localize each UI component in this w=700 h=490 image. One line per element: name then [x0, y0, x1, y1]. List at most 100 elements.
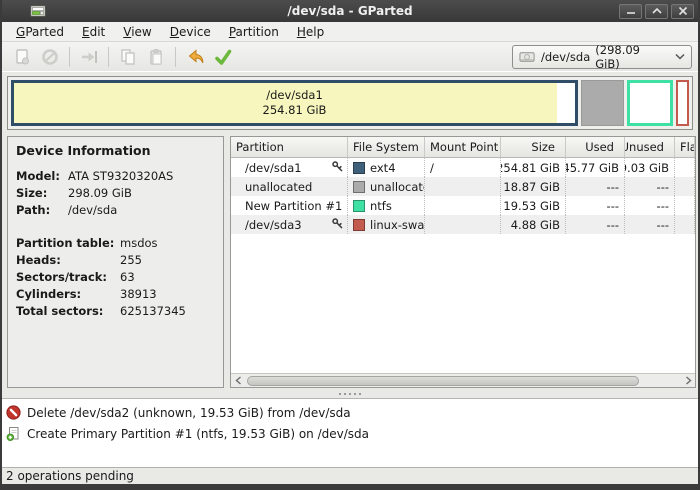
- device-info-row: Cylinders:38913: [16, 286, 219, 303]
- toolbar-separator: [175, 47, 176, 67]
- delete-partition-button[interactable]: [36, 44, 64, 70]
- create-operation-icon: [6, 426, 21, 441]
- delete-operation-icon: [6, 405, 21, 420]
- cell-size: 254.81 GiB: [501, 158, 566, 177]
- scrollbar-track[interactable]: [245, 374, 681, 387]
- partition-row--dev-sda3[interactable]: /dev/sda3linux-swap4.88 GiB------: [231, 215, 695, 234]
- menu-item-help[interactable]: Help: [289, 23, 332, 41]
- cell-partition: unallocated: [231, 177, 348, 196]
- partition-list-panel: PartitionFile SystemMount PointSizeUsedU…: [230, 136, 696, 388]
- device-info-row: Total sectors:625137345: [16, 303, 219, 320]
- cell-unused: ---: [625, 196, 675, 215]
- cell-mount-point: [425, 177, 501, 196]
- operations-list: Delete /dev/sda2 (unknown, 19.53 GiB) fr…: [2, 398, 698, 467]
- cell-used: 245.77 GiB: [566, 158, 625, 177]
- scrollbar-thumb[interactable]: [247, 376, 639, 386]
- resize-move-icon: [79, 47, 99, 67]
- undo-button[interactable]: [181, 44, 209, 70]
- partition-table-body: /dev/sda1ext4/254.81 GiB245.77 GiB9.03 G…: [231, 158, 695, 373]
- menu-item-partition[interactable]: Partition: [221, 23, 287, 41]
- cell-unused: ---: [625, 177, 675, 196]
- cell-partition: /dev/sda3: [231, 215, 348, 234]
- disk-segment-linux-swap[interactable]: [676, 80, 689, 126]
- disk-segment-new-ntfs[interactable]: [627, 80, 673, 126]
- cell-flags: [675, 215, 695, 234]
- resize-move-button[interactable]: [75, 44, 103, 70]
- cell-flags: [675, 158, 695, 177]
- column-header-mount-point[interactable]: Mount Point: [425, 137, 501, 158]
- column-header-unused[interactable]: Unused: [625, 137, 675, 158]
- toolbar-separator: [108, 47, 109, 67]
- device-info-row: Model:ATA ST9320320AS: [16, 168, 219, 185]
- minimize-button[interactable]: [619, 4, 642, 19]
- cell-mount-point: /: [425, 158, 501, 177]
- splitter-grip-icon: [337, 392, 363, 396]
- device-selector[interactable]: /dev/sda (298.09 GiB): [512, 45, 692, 69]
- apply-check-icon: [213, 47, 233, 67]
- cell-used: ---: [566, 177, 625, 196]
- cell-partition: New Partition #1: [231, 196, 348, 215]
- column-header-size[interactable]: Size: [501, 137, 566, 158]
- partition-row-new-partition-1[interactable]: New Partition #1ntfs19.53 GiB------: [231, 196, 695, 215]
- close-button[interactable]: [671, 4, 694, 19]
- apply-button[interactable]: [209, 44, 237, 70]
- cell-unused: 9.03 GiB: [625, 158, 675, 177]
- menu-item-gparted[interactable]: GParted: [8, 23, 72, 41]
- cell-filesystem: linux-swap: [348, 215, 425, 234]
- menu-item-edit[interactable]: Edit: [74, 23, 113, 41]
- horizontal-scrollbar[interactable]: [231, 373, 695, 387]
- main-area: Device Information Model:ATA ST9320320AS…: [2, 134, 698, 390]
- device-info-groups: Model:ATA ST9320320ASSize:298.09 GiBPath…: [16, 168, 219, 320]
- partition-table-header: PartitionFile SystemMount PointSizeUsedU…: [231, 137, 695, 158]
- cell-filesystem: unallocated: [348, 177, 425, 196]
- operation-item: Delete /dev/sda2 (unknown, 19.53 GiB) fr…: [6, 402, 694, 423]
- scroll-right-arrow-icon[interactable]: [681, 374, 695, 387]
- menu-item-view[interactable]: View: [115, 23, 159, 41]
- paste-button[interactable]: [142, 44, 170, 70]
- column-header-flags[interactable]: Flags: [675, 137, 695, 158]
- cell-mount-point: [425, 196, 501, 215]
- filesystem-color-swatch: [353, 181, 365, 193]
- column-header-file-system[interactable]: File System: [348, 137, 425, 158]
- copy-button[interactable]: [114, 44, 142, 70]
- cell-flags: [675, 196, 695, 215]
- device-info-title: Device Information: [16, 143, 219, 158]
- disk-visual-bar: /dev/sda1 254.81 GiB: [7, 76, 693, 130]
- partition-row--dev-sda1[interactable]: /dev/sda1ext4/254.81 GiB245.77 GiB9.03 G…: [231, 158, 695, 177]
- partition-row-unallocated[interactable]: unallocatedunallocated18.87 GiB------: [231, 177, 695, 196]
- column-header-partition[interactable]: Partition: [231, 137, 348, 158]
- filesystem-color-swatch: [353, 200, 365, 212]
- pane-splitter[interactable]: [2, 390, 698, 398]
- operation-item: Create Primary Partition #1 (ntfs, 19.53…: [6, 423, 694, 444]
- status-bar: 2 operations pending: [2, 467, 698, 484]
- new-partition-button[interactable]: [8, 44, 36, 70]
- gparted-window: /dev/sda - GParted GPartedEditViewDevice…: [0, 0, 700, 490]
- sda1-label-size: 254.81 GiB: [263, 103, 327, 118]
- column-header-used[interactable]: Used: [566, 137, 625, 158]
- cell-size: 19.53 GiB: [501, 196, 566, 215]
- locked-key-icon: [331, 160, 344, 176]
- cell-partition: /dev/sda1: [231, 158, 348, 177]
- chevron-down-icon: [675, 53, 685, 60]
- device-info-row: Path:/dev/sda: [16, 202, 219, 219]
- disk-segment-unallocated[interactable]: [581, 80, 624, 126]
- menu-bar: GPartedEditViewDevicePartitionHelp: [2, 22, 698, 42]
- filesystem-color-swatch: [353, 162, 365, 174]
- delete-partition-icon: [40, 47, 60, 67]
- copy-icon: [118, 47, 138, 67]
- disk-segment-sda1[interactable]: /dev/sda1 254.81 GiB: [11, 80, 578, 126]
- scroll-left-arrow-icon[interactable]: [231, 374, 245, 387]
- undo-icon: [185, 47, 205, 67]
- maximize-button[interactable]: [645, 4, 668, 19]
- menu-item-device[interactable]: Device: [162, 23, 219, 41]
- device-selector-path: /dev/sda: [541, 50, 590, 64]
- title-bar[interactable]: /dev/sda - GParted: [2, 0, 698, 22]
- new-partition-icon: [12, 47, 32, 67]
- window-title: /dev/sda - GParted: [2, 4, 698, 18]
- cell-size: 4.88 GiB: [501, 215, 566, 234]
- disk-icon: [519, 50, 536, 64]
- device-selector-size: (298.09 GiB): [595, 43, 664, 71]
- cell-size: 18.87 GiB: [501, 177, 566, 196]
- toolbar-separator: [69, 47, 70, 67]
- cell-filesystem: ext4: [348, 158, 425, 177]
